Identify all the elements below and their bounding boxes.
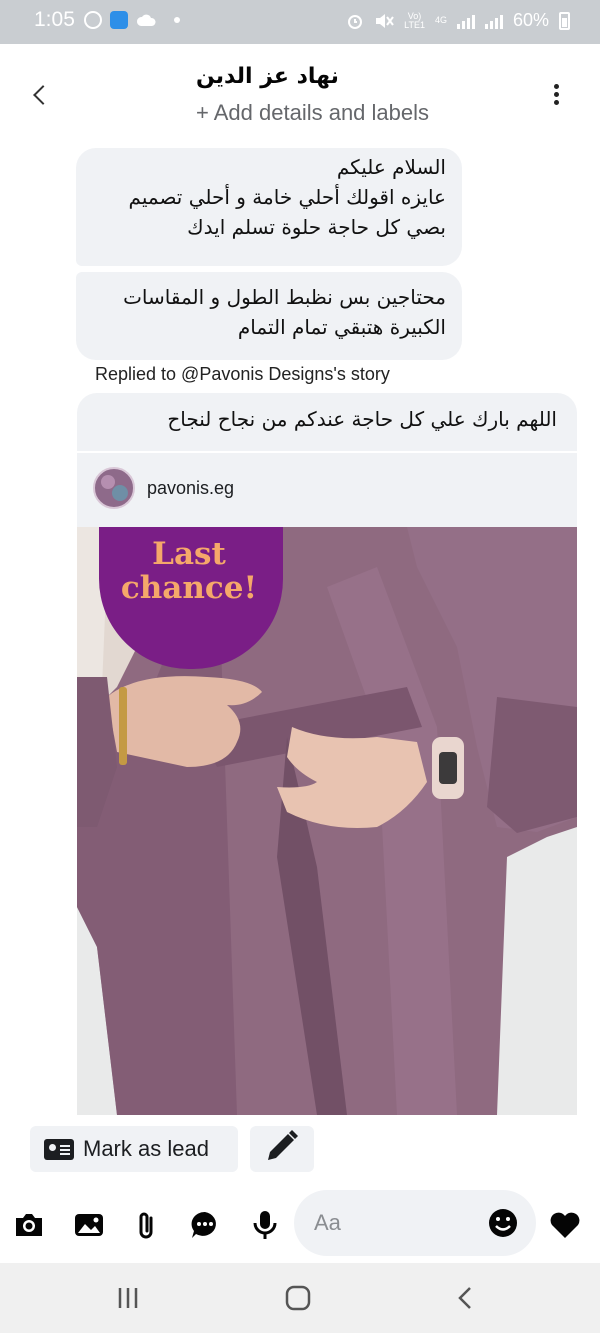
back-chevron-icon[interactable] <box>26 80 56 110</box>
microphone-icon[interactable] <box>248 1208 282 1242</box>
camera-icon[interactable] <box>12 1208 46 1242</box>
gallery-icon[interactable] <box>72 1208 106 1242</box>
message-line: الكبيرة هتبقي تمام التمام <box>237 315 446 339</box>
system-nav-bar <box>0 1263 600 1333</box>
mute-icon <box>376 13 394 28</box>
status-bar: 1:05 Vo) LTE1 4G 60% <box>0 0 600 44</box>
mark-as-lead-button[interactable]: Mark as lead <box>30 1126 238 1172</box>
story-reply-message: اللهم بارك علي كل حاجة عندكم من نجاح لنج… <box>167 407 557 431</box>
message-line: بصي كل حاجة حلوة تسلم ايدك <box>187 215 446 239</box>
home-icon[interactable] <box>278 1283 318 1313</box>
app-icon <box>110 11 128 29</box>
story-account-row[interactable]: pavonis.eg <box>77 453 577 527</box>
promo-text: Last chance! <box>120 536 258 606</box>
message-line: السلام عليكم <box>336 155 446 179</box>
emoji-icon[interactable] <box>486 1206 520 1240</box>
conversation-header: نهاد عز الدين + Add details and labels <box>0 44 600 136</box>
status-left-icons <box>84 11 180 29</box>
network-label: Vo) LTE1 <box>404 10 425 30</box>
add-details-link[interactable]: + Add details and labels <box>196 100 429 126</box>
battery-percent: 60% <box>512 10 549 30</box>
signal-icon <box>484 13 503 29</box>
heart-icon[interactable] <box>548 1208 582 1242</box>
attachment-icon[interactable] <box>130 1208 164 1242</box>
story-image[interactable]: Last chance! <box>77 527 577 1115</box>
avatar[interactable] <box>93 467 135 509</box>
story-reply-caption: Replied to @Pavonis Designs's story <box>95 364 390 384</box>
message-bubble[interactable]: السلام عليكم عايزه اقولك أحلي خامة و أحل… <box>76 148 462 266</box>
network-type: 4G <box>434 15 447 25</box>
whatsapp-icon <box>84 11 102 29</box>
pencil-icon <box>268 1130 298 1160</box>
battery-icon <box>559 11 570 30</box>
story-account-handle[interactable]: pavonis.eg <box>147 478 234 499</box>
status-time: 1:05 <box>34 8 75 31</box>
message-line: محتاجين بس نظبط الطول و المقاسات <box>123 285 446 309</box>
alarm-icon <box>348 14 363 29</box>
message-line: عايزه اقولك أحلي خامة و أحلي تصميم <box>128 185 446 209</box>
message-bubble[interactable]: محتاجين بس نظبط الطول و المقاسات الكبيرة… <box>76 272 462 360</box>
lead-card-icon <box>44 1139 74 1160</box>
contact-name[interactable]: نهاد عز الدين <box>196 64 339 89</box>
recents-icon[interactable] <box>108 1283 148 1313</box>
signal-icon <box>456 13 475 29</box>
status-right-icons: Vo) LTE1 4G 60% <box>346 10 570 31</box>
cloud-icon <box>136 14 156 26</box>
more-vertical-icon[interactable] <box>546 84 566 114</box>
back-icon[interactable] <box>446 1283 486 1313</box>
edit-button[interactable] <box>250 1126 314 1172</box>
mark-as-lead-label: Mark as lead <box>83 1136 209 1161</box>
story-reply-card[interactable]: اللهم بارك علي كل حاجة عندكم من نجاح لنج… <box>77 393 577 1115</box>
chat-bubble-icon[interactable] <box>188 1208 222 1242</box>
dot-icon <box>174 17 180 23</box>
message-composer <box>0 1188 600 1258</box>
